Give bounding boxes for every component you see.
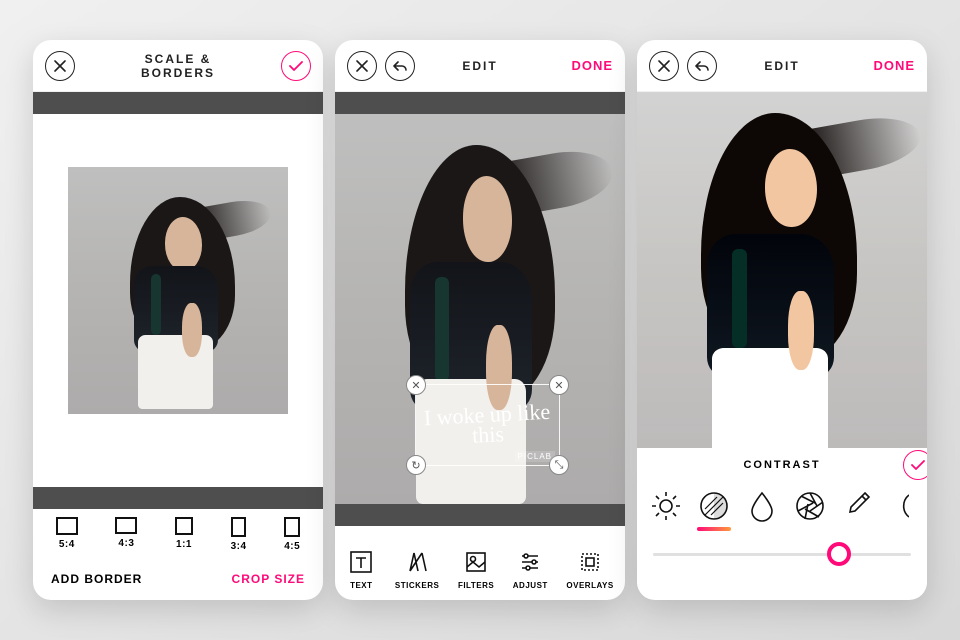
undo-icon[interactable] (687, 51, 717, 81)
bottom-strip (335, 504, 625, 526)
adjust-brightness[interactable] (645, 485, 687, 527)
adjust-icons-row (637, 482, 927, 530)
ratio-4-5[interactable]: 4:5 (284, 517, 300, 552)
edit-adjust-screen: EDIT DONE CONTRAST (637, 40, 927, 600)
aperture-icon (793, 489, 827, 523)
delete-handle-icon[interactable]: ✕ (406, 375, 426, 395)
undo-icon[interactable] (385, 51, 415, 81)
top-strip (33, 92, 323, 114)
drop-icon (747, 489, 777, 523)
confirm-adjust-icon[interactable] (903, 450, 927, 480)
ratio-icon (231, 517, 246, 537)
header: SCALE & BORDERS (33, 40, 323, 92)
adjust-label-row: CONTRAST (637, 448, 927, 482)
ratio-icon (175, 517, 193, 535)
slider-track (653, 553, 911, 556)
contrast-icon (697, 489, 731, 523)
close-handle-icon[interactable]: ✕ (549, 375, 569, 395)
tool-overlays[interactable]: OVERLAYS (566, 547, 613, 590)
adjust-aperture[interactable] (789, 485, 831, 527)
tool-adjust[interactable]: ADJUST (513, 547, 548, 590)
footer-row: ADD BORDER CROP SIZE (33, 556, 323, 600)
adjust-panel: CONTRAST (637, 448, 927, 598)
slider-thumb[interactable] (827, 542, 851, 566)
done-button[interactable]: DONE (571, 58, 613, 73)
header: EDIT DONE (335, 40, 625, 92)
ratio-icon (284, 517, 300, 537)
photo (637, 92, 927, 448)
close-icon[interactable] (347, 51, 377, 81)
adjust-eyedropper[interactable] (837, 485, 879, 527)
adjust-saturation[interactable] (741, 485, 783, 527)
adjust-more[interactable] (885, 485, 911, 527)
canvas[interactable] (33, 114, 323, 487)
ratio-3-4[interactable]: 3:4 (231, 517, 247, 552)
overlays-icon (575, 547, 605, 577)
eyedropper-icon (843, 489, 873, 523)
ratio-5-4[interactable]: 5:4 (56, 517, 78, 552)
edit-stickers-screen: EDIT DONE I woke up like this ✕ ✕ ↻ ⤡ PI… (335, 40, 625, 600)
done-button[interactable]: DONE (873, 58, 915, 73)
filters-icon (461, 547, 491, 577)
text-icon (346, 547, 376, 577)
canvas[interactable]: I woke up like this ✕ ✕ ↻ ⤡ PICLAB (335, 114, 625, 504)
adjust-label: CONTRAST (743, 459, 820, 471)
partial-circle-icon (887, 489, 909, 523)
scale-borders-screen: SCALE & BORDERS 5:4 4:3 1:1 3:4 4:5 ADD … (33, 40, 323, 600)
brightness-icon (649, 489, 683, 523)
adjust-icon (515, 547, 545, 577)
ratio-4-3[interactable]: 4:3 (115, 517, 137, 552)
crop-size-button[interactable]: CROP SIZE (232, 572, 305, 586)
rotate-handle-icon[interactable]: ↻ (406, 455, 426, 475)
page-title: EDIT (415, 59, 545, 73)
slider[interactable] (637, 530, 927, 578)
photo (68, 167, 288, 413)
ratio-icon (56, 517, 78, 535)
top-strip (335, 92, 625, 114)
tool-text[interactable]: TEXT (346, 547, 376, 590)
aspect-ratio-row: 5:4 4:3 1:1 3:4 4:5 (33, 509, 323, 556)
canvas[interactable] (637, 92, 927, 448)
add-border-button[interactable]: ADD BORDER (51, 572, 142, 586)
tool-stickers[interactable]: STICKERS (395, 547, 439, 590)
header: EDIT DONE (637, 40, 927, 92)
close-icon[interactable] (45, 51, 75, 81)
watermark: PICLAB (515, 451, 555, 462)
ratio-1-1[interactable]: 1:1 (175, 517, 193, 552)
tool-filters[interactable]: FILTERS (458, 547, 494, 590)
tool-row: TEXT STICKERS FILTERS ADJUST OVERLAYS (335, 526, 625, 600)
bottom-strip (33, 487, 323, 509)
confirm-icon[interactable] (281, 51, 311, 81)
ratio-icon (115, 517, 137, 534)
adjust-contrast[interactable] (693, 485, 735, 527)
page-title: SCALE & BORDERS (113, 52, 243, 80)
stickers-icon (402, 547, 432, 577)
page-title: EDIT (717, 59, 847, 73)
sticker-selection[interactable]: I woke up like this ✕ ✕ ↻ ⤡ PICLAB (415, 384, 560, 466)
close-icon[interactable] (649, 51, 679, 81)
